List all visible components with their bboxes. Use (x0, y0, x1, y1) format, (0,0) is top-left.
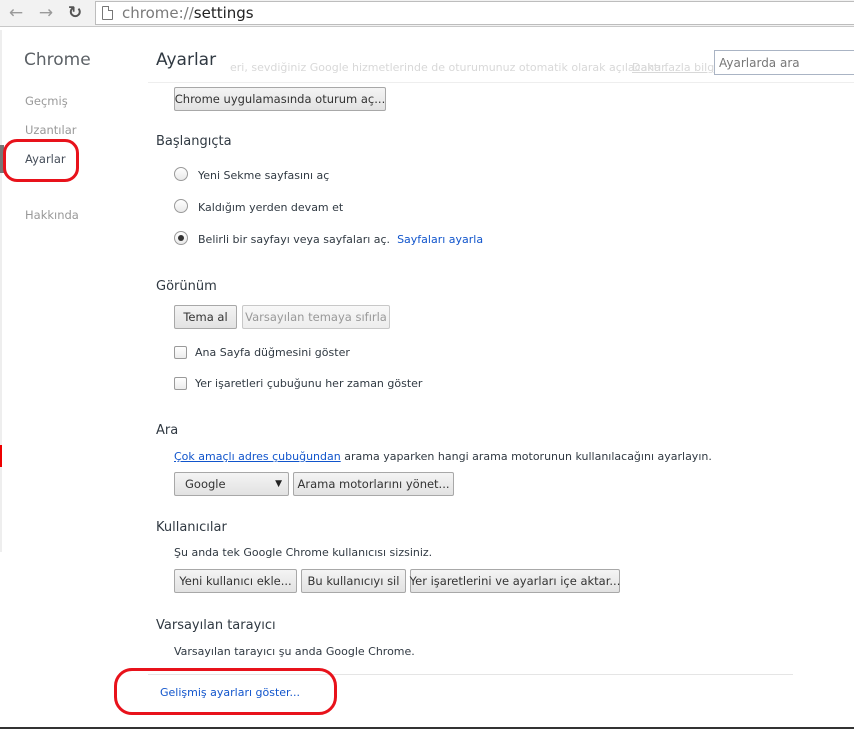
signin-button[interactable]: Chrome uygulamasında oturum aç... (174, 87, 386, 111)
startup-radio-continue[interactable] (174, 199, 188, 213)
show-home-checkbox[interactable] (174, 346, 187, 359)
search-description: Çok amaçlı adres çubuğundan arama yapark… (174, 450, 712, 463)
startup-radio-specific-pages[interactable] (174, 231, 188, 245)
users-section-title: Kullanıcılar (156, 520, 227, 535)
import-bookmarks-button[interactable]: Yer işaretlerini ve ayarları içe aktar..… (410, 569, 620, 593)
url-host: settings (193, 4, 254, 22)
search-description-rest: arama yaparken hangi arama motorunun kul… (340, 450, 712, 463)
red-edge-mark (0, 445, 2, 467)
add-user-button[interactable]: Yeni kullanıcı ekle... (174, 569, 297, 593)
page-title: Ayarlar (156, 50, 217, 70)
default-browser-section-title: Varsayılan tarayıcı (156, 618, 276, 633)
faded-signin-text: eri, sevdiğiniz Google hizmetlerinde de … (230, 61, 669, 74)
forward-arrow-icon[interactable]: → (34, 2, 58, 24)
show-bookmarks-label: Yer işaretleri çubuğunu her zaman göster (195, 377, 423, 390)
footer-divider (148, 674, 793, 675)
sidebar-item-about[interactable]: Hakkında (25, 208, 79, 222)
startup-option-specific-pages-label: Belirli bir sayfayı veya sayfaları aç. S… (198, 233, 483, 246)
show-bookmarks-checkbox[interactable] (174, 377, 187, 390)
reload-icon[interactable]: ↻ (63, 2, 87, 24)
startup-section-title: Başlangıçta (156, 134, 232, 149)
startup-option-continue-label: Kaldığım yerden devam et (198, 201, 344, 214)
set-pages-link[interactable]: Sayfaları ayarla (397, 233, 483, 246)
sidebar-item-history[interactable]: Geçmiş (25, 94, 68, 108)
startup-option-newtab-label: Yeni Sekme sayfasını aç (198, 169, 330, 182)
url-text: chrome://settings (122, 4, 254, 22)
back-arrow-icon[interactable]: ← (4, 2, 28, 24)
appearance-section-title: Görünüm (156, 279, 217, 294)
startup-option-specific-label: Belirli bir sayfayı veya sayfaları aç. (198, 233, 391, 246)
sidebar-title: Chrome (24, 50, 91, 70)
page-icon (102, 6, 113, 20)
sidebar-selected-marker (0, 145, 4, 173)
manage-search-engines-button[interactable]: Arama motorlarını yönet... (293, 472, 454, 496)
reset-theme-button[interactable]: Varsayılan temaya sıfırla (242, 305, 390, 329)
url-scheme: chrome:// (122, 4, 194, 22)
delete-user-button[interactable]: Bu kullanıcıyı sil (301, 569, 406, 593)
settings-search-input[interactable] (714, 50, 854, 75)
show-home-label: Ana Sayfa düğmesini göster (195, 346, 350, 359)
sidebar-item-extensions[interactable]: Uzantılar (25, 123, 76, 137)
users-description: Şu anda tek Google Chrome kullanıcısı si… (174, 546, 433, 559)
faded-learn-more-link[interactable]: Daha fazla bilgi (632, 61, 717, 74)
get-themes-button[interactable]: Tema al (174, 305, 237, 329)
search-engine-select[interactable]: Google ▼ (174, 472, 289, 496)
dropdown-arrow-icon: ▼ (275, 479, 282, 489)
show-advanced-settings-link[interactable]: Gelişmiş ayarları göster... (160, 686, 300, 699)
sidebar-item-settings[interactable]: Ayarlar (25, 152, 66, 166)
address-bar[interactable]: chrome://settings (95, 1, 854, 25)
search-engine-value: Google (185, 477, 226, 491)
startup-radio-newtab[interactable] (174, 167, 188, 181)
default-browser-description: Varsayılan tarayıcı şu anda Google Chrom… (174, 645, 415, 658)
header-divider (148, 82, 854, 83)
omnibox-link[interactable]: Çok amaçlı adres çubuğundan (174, 450, 341, 463)
browser-toolbar: ← → ↻ chrome://settings (0, 0, 854, 27)
search-section-title: Ara (156, 423, 179, 438)
sidebar-edge (0, 30, 2, 552)
